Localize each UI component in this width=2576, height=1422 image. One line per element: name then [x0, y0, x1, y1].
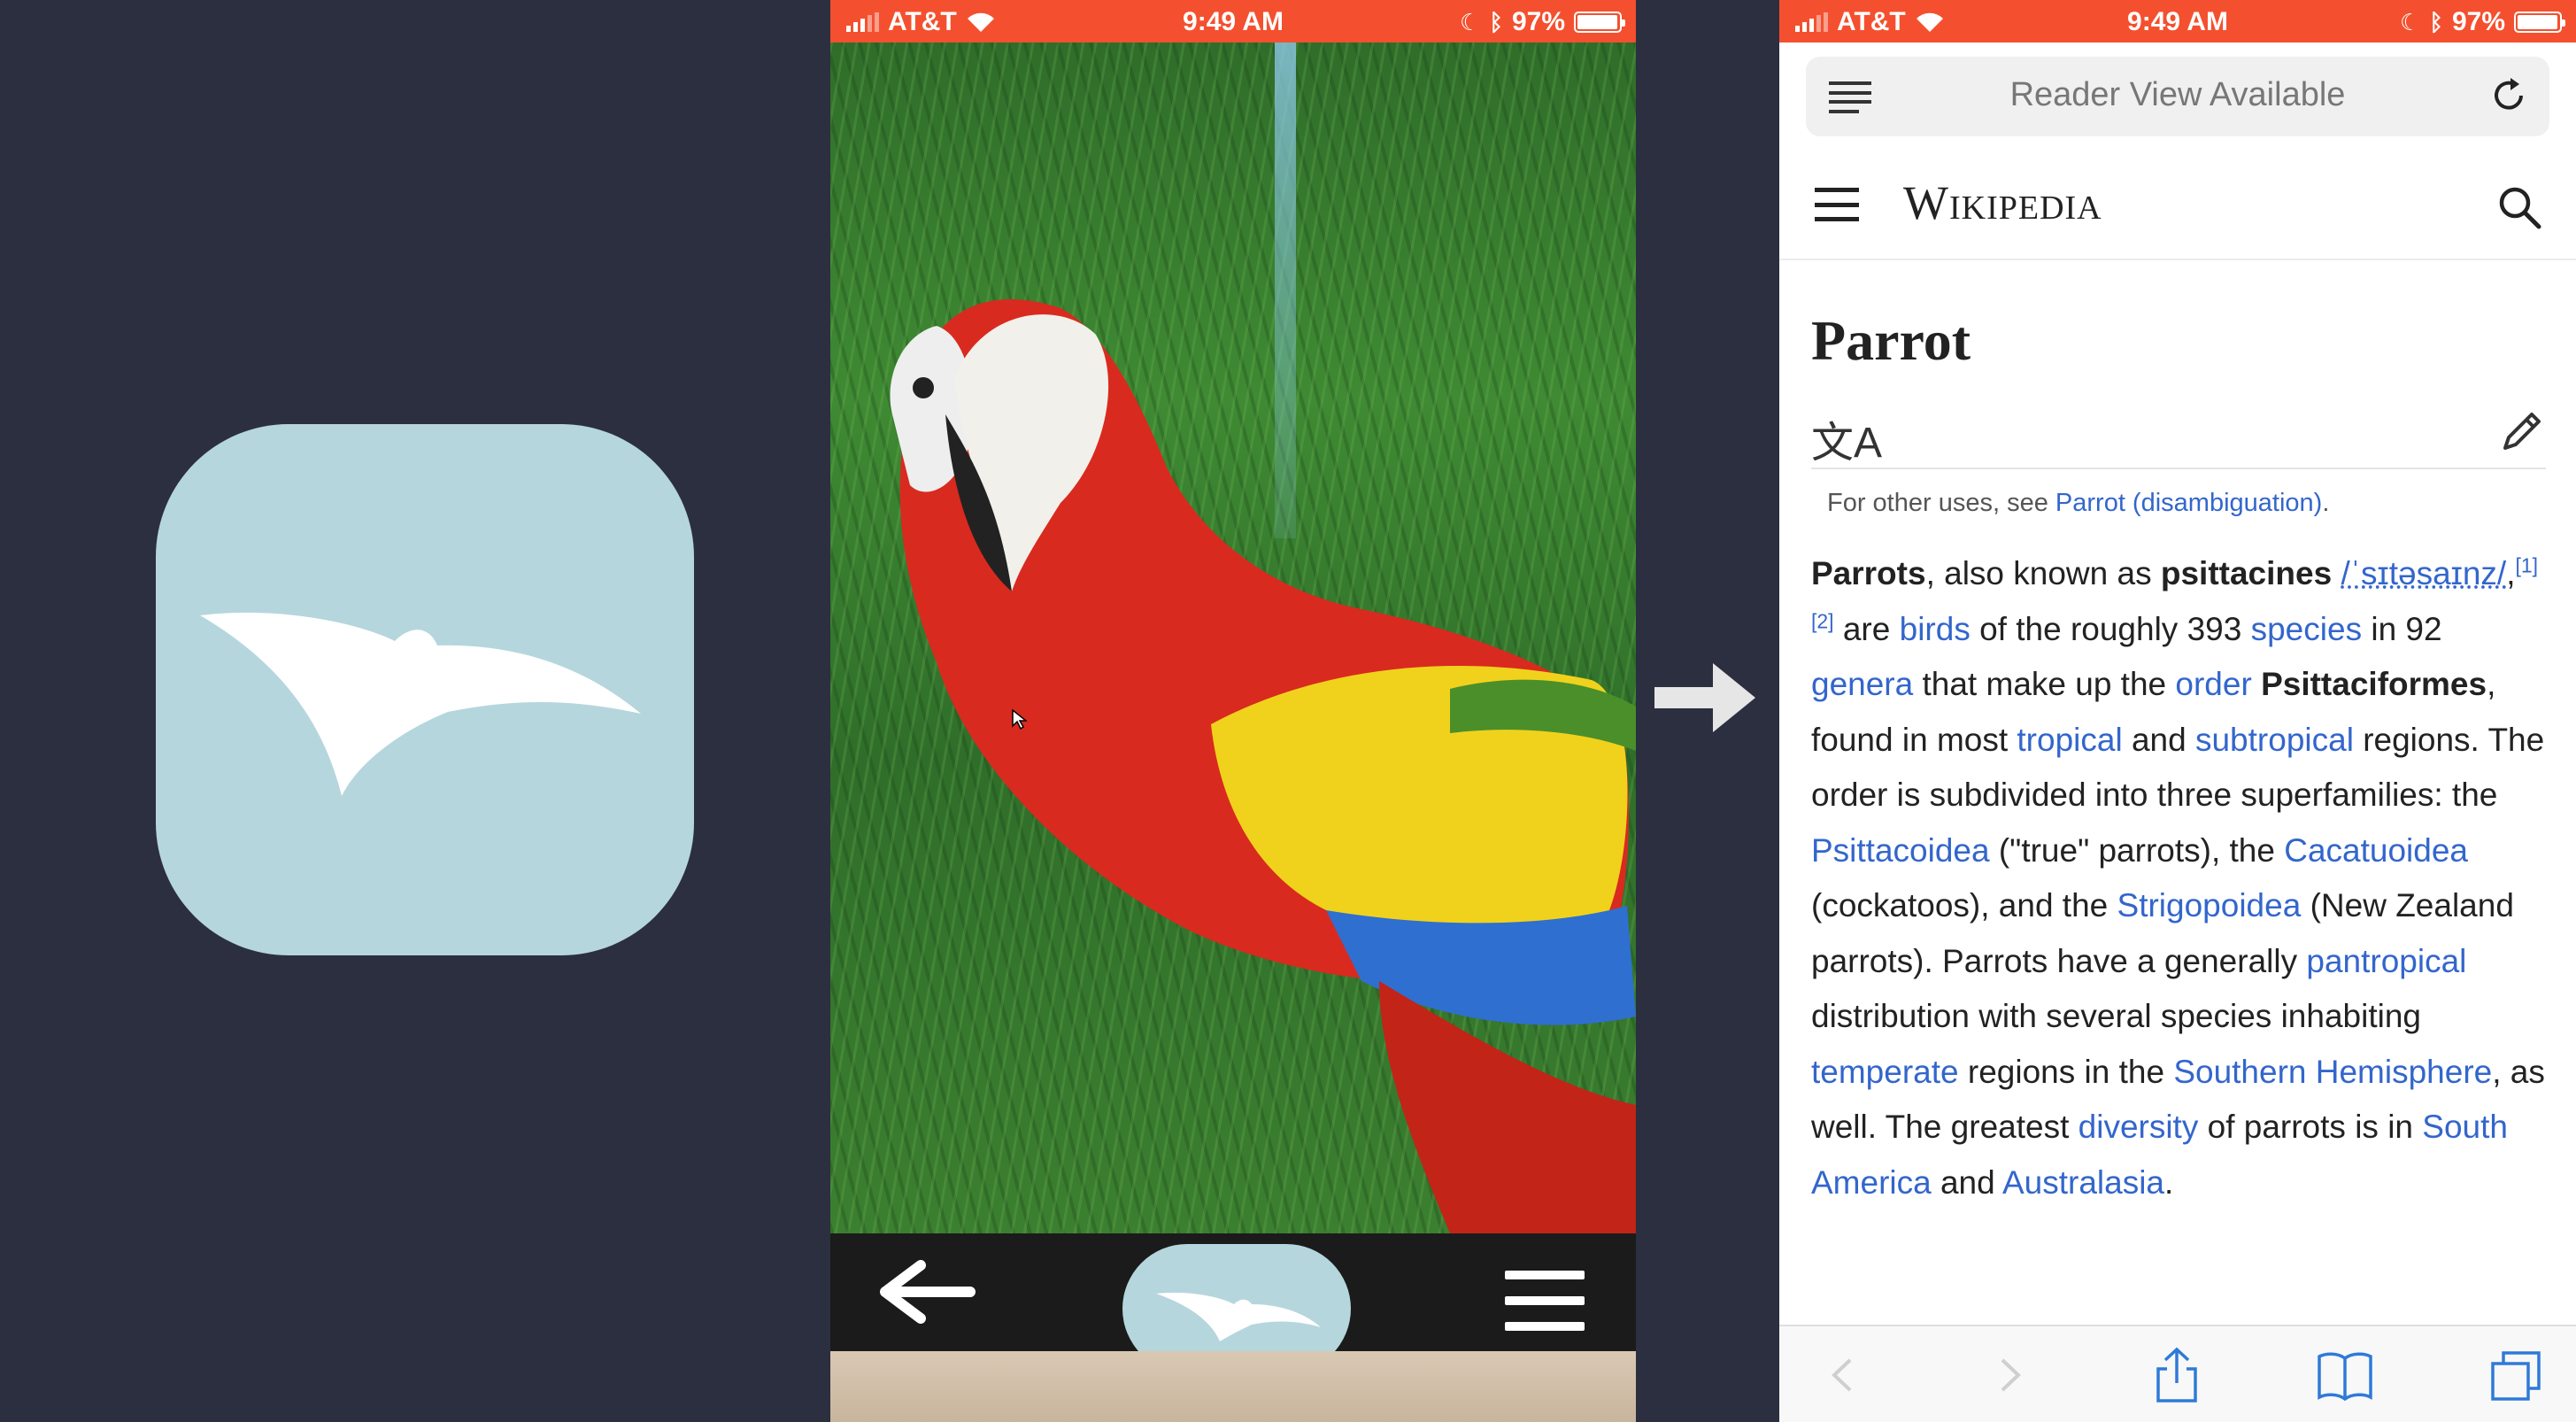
text: distribution with several species inhabi…	[1811, 998, 2421, 1034]
camera-phone-screen: AT&T 9:49 AM ☾ ᛒ 97%	[830, 0, 1636, 1422]
link-pantropical[interactable]: pantropical	[2306, 943, 2466, 979]
reload-icon[interactable]	[2487, 74, 2530, 117]
link-psittacoidea[interactable]: Psittacoidea	[1811, 832, 1990, 869]
page-actions: 文A	[1811, 407, 2546, 469]
link-genera[interactable]: genera	[1811, 666, 1913, 702]
battery-icon	[2514, 12, 2565, 33]
text: (cockatoos), and the	[1811, 887, 2117, 924]
text: are	[1833, 610, 1900, 647]
hamburger-icon[interactable]	[1815, 188, 1859, 221]
hamburger-icon[interactable]	[1505, 1271, 1585, 1331]
battery-icon	[1574, 12, 1625, 33]
forward-icon[interactable]	[1979, 1346, 2038, 1404]
hatnote-text: For other uses, see	[1827, 489, 2055, 517]
text: and	[1931, 1163, 2002, 1201]
disambiguation-link[interactable]: Parrot (disambiguation)	[2055, 489, 2322, 517]
status-bar: AT&T 9:49 AM ☾ ᛒ 97%	[830, 0, 1636, 43]
back-icon[interactable]	[1815, 1346, 1873, 1404]
link-strigopoidea[interactable]: Strigopoidea	[2117, 887, 2302, 924]
arrow-left-icon[interactable]	[878, 1260, 976, 1324]
hatnote-suffix: .	[2322, 489, 2330, 517]
app-icon	[156, 424, 694, 955]
safari-toolbar	[1779, 1325, 2576, 1422]
text: of the roughly 393	[1970, 610, 2251, 647]
camera-viewfinder[interactable]	[830, 43, 1636, 1233]
status-bar: AT&T 9:49 AM ☾ ᛒ 97%	[1779, 0, 2576, 43]
parrot-photo	[890, 299, 1636, 1233]
arrow-right-icon	[1654, 663, 1755, 732]
text: ("true" parrots), the	[1989, 831, 2285, 869]
text: of parrots is in	[2198, 1109, 2423, 1145]
bird-icon	[1156, 1292, 1321, 1341]
battery-percent: 97%	[1511, 7, 1565, 36]
address-text: Reader View Available	[2009, 76, 2346, 113]
link-subtropical[interactable]: subtropical	[2195, 722, 2354, 758]
text: and	[2122, 721, 2195, 758]
safari-phone-screen: AT&T 9:49 AM ☾ ᛒ 97% Reader View Availab…	[1779, 0, 2576, 1422]
search-icon[interactable]	[2496, 184, 2542, 230]
hatnote: For other uses, see Parrot (disambiguati…	[1827, 489, 2546, 518]
page-title: Parrot	[1811, 309, 1971, 372]
text: that make up the	[1913, 666, 2176, 702]
link-temperate[interactable]: temperate	[1811, 1054, 1959, 1090]
bookmarks-icon[interactable]	[2316, 1346, 2374, 1404]
moon-icon: ☾	[2400, 8, 2421, 35]
bluetooth-icon: ᛒ	[1489, 8, 1503, 35]
text: ,	[2506, 555, 2516, 591]
language-icon[interactable]: 文A	[1811, 407, 1882, 469]
link-birds[interactable]: birds	[1900, 611, 1971, 647]
cursor-icon	[1012, 708, 1027, 730]
text: regions in the	[1958, 1053, 2174, 1090]
wiki-header: Wikipedia	[1779, 151, 2576, 260]
bold-term: Parrots	[1811, 555, 1926, 591]
link-australasia[interactable]: Australasia	[2002, 1164, 2164, 1201]
ipa-link[interactable]: /ˈsɪtəsaɪnz/	[2341, 555, 2506, 591]
moon-icon: ☾	[1460, 8, 1481, 35]
link-order[interactable]: order	[2175, 666, 2251, 702]
bold-term: psittacines	[2160, 555, 2333, 591]
link-tropical[interactable]: tropical	[2017, 722, 2122, 758]
share-icon[interactable]	[2148, 1346, 2206, 1404]
wikipedia-logo[interactable]: Wikipedia	[1903, 175, 2102, 230]
text: .	[2164, 1163, 2174, 1201]
pencil-icon[interactable]	[2498, 407, 2546, 455]
text: in 92	[2362, 610, 2442, 647]
address-bar[interactable]: Reader View Available	[1806, 57, 2549, 136]
desk-edge	[830, 1351, 1636, 1422]
link-cacatuoidea[interactable]: Cacatuoidea	[2284, 832, 2468, 869]
camera-toolbar	[830, 1233, 1636, 1373]
link-southern-hemisphere[interactable]: Southern Hemisphere	[2173, 1054, 2492, 1090]
lead-paragraph: Parrots, also known as psittacines /ˈsɪt…	[1811, 546, 2546, 1210]
tabs-icon[interactable]	[2487, 1346, 2546, 1404]
bold-term: Psittaciformes	[2261, 666, 2487, 702]
pterodactyl-bird-icon	[200, 612, 641, 796]
text: , also known as	[1925, 555, 2161, 591]
battery-percent: 97%	[2451, 7, 2505, 36]
link-diversity[interactable]: diversity	[2079, 1109, 2199, 1145]
article-content: Parrot 文A For other uses, see Parrot (di…	[1811, 260, 2546, 1210]
bluetooth-icon: ᛒ	[2429, 8, 2443, 35]
link-species[interactable]: species	[2251, 611, 2362, 647]
